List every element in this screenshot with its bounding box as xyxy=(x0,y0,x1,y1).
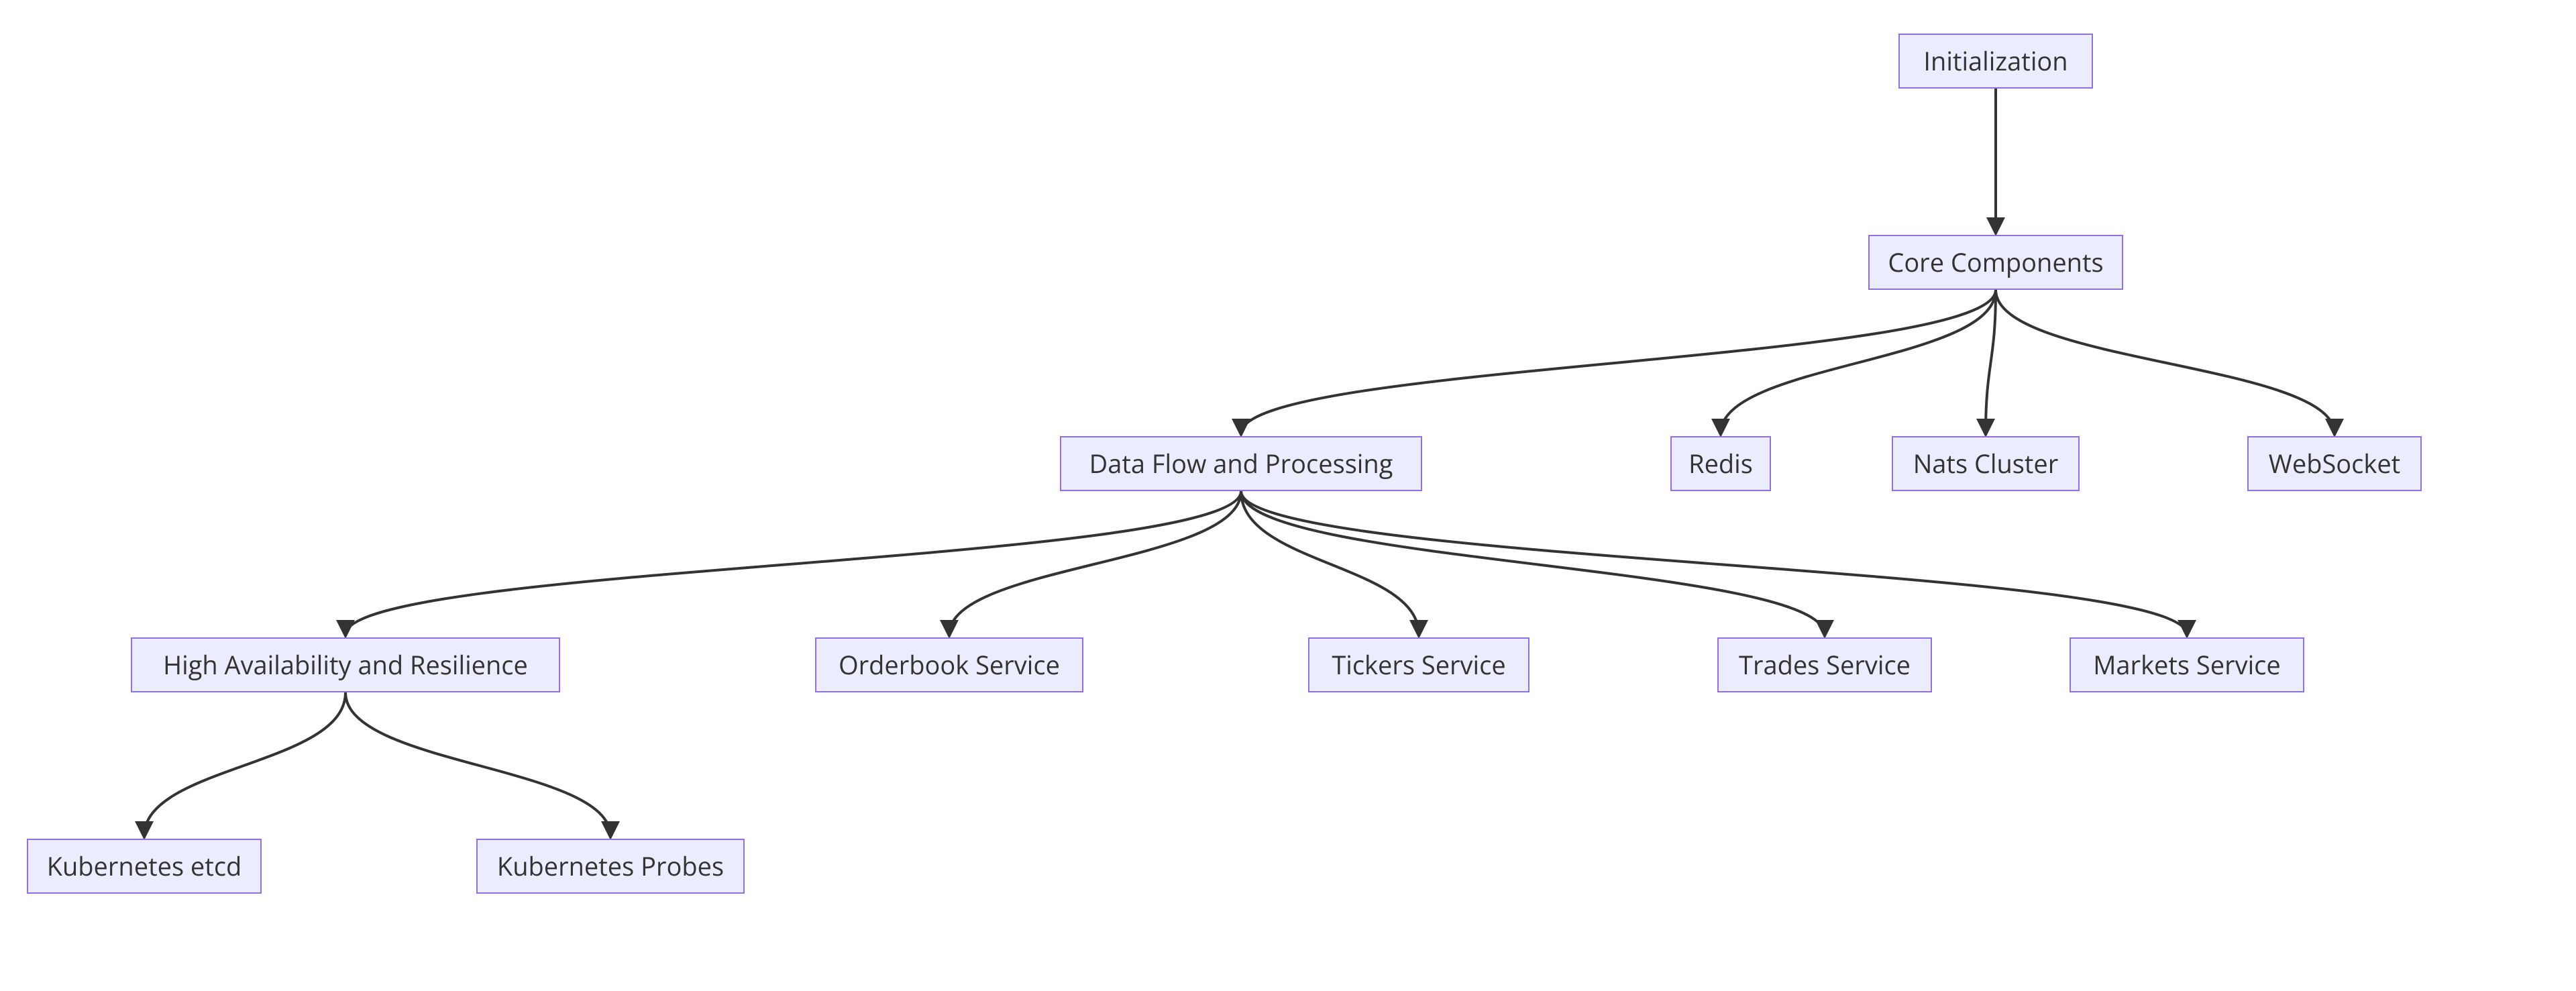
node-redis: Redis xyxy=(1670,436,1771,491)
node-markets-service: Markets Service xyxy=(2070,637,2304,692)
node-label: WebSocket xyxy=(2269,446,2400,481)
edge-ha-to-etcd xyxy=(144,692,345,836)
edge-ha-to-probes xyxy=(345,692,610,836)
edge-dataflow-to-trades xyxy=(1241,491,1825,635)
diagram-canvas: Initialization Core Components Data Flow… xyxy=(0,0,2576,991)
edge-dataflow-to-markets xyxy=(1241,491,2187,635)
node-initialization: Initialization xyxy=(1898,34,2093,89)
node-high-availability: High Availability and Resilience xyxy=(131,637,560,692)
node-label: Core Components xyxy=(1888,245,2103,280)
edge-dataflow-to-orderbook xyxy=(949,491,1241,635)
edge-core-to-dataflow xyxy=(1241,290,1996,433)
node-label: Redis xyxy=(1688,446,1753,481)
node-data-flow: Data Flow and Processing xyxy=(1060,436,1422,491)
edge-core-to-ws xyxy=(1996,290,2334,433)
node-label: Initialization xyxy=(1923,44,2068,79)
node-label: Kubernetes etcd xyxy=(47,849,242,884)
node-websocket: WebSocket xyxy=(2247,436,2422,491)
node-label: Nats Cluster xyxy=(1913,446,2059,481)
node-orderbook-service: Orderbook Service xyxy=(815,637,1083,692)
edges-layer xyxy=(0,0,2576,991)
node-label: Data Flow and Processing xyxy=(1089,446,1393,481)
edge-core-to-redis xyxy=(1721,290,1996,433)
node-core-components: Core Components xyxy=(1868,235,2123,290)
node-label: High Availability and Resilience xyxy=(163,647,528,682)
node-kubernetes-etcd: Kubernetes etcd xyxy=(27,839,262,894)
node-label: Tickers Service xyxy=(1332,647,1505,682)
node-kubernetes-probes: Kubernetes Probes xyxy=(476,839,745,894)
edge-dataflow-to-ha xyxy=(345,491,1241,635)
edge-core-to-nats xyxy=(1986,290,1996,433)
node-label: Trades Service xyxy=(1739,647,1911,682)
node-tickers-service: Tickers Service xyxy=(1308,637,1529,692)
node-label: Markets Service xyxy=(2093,647,2280,682)
node-label: Orderbook Service xyxy=(839,647,1060,682)
node-trades-service: Trades Service xyxy=(1717,637,1932,692)
node-nats-cluster: Nats Cluster xyxy=(1892,436,2080,491)
node-label: Kubernetes Probes xyxy=(497,849,724,884)
edge-dataflow-to-tickers xyxy=(1241,491,1419,635)
